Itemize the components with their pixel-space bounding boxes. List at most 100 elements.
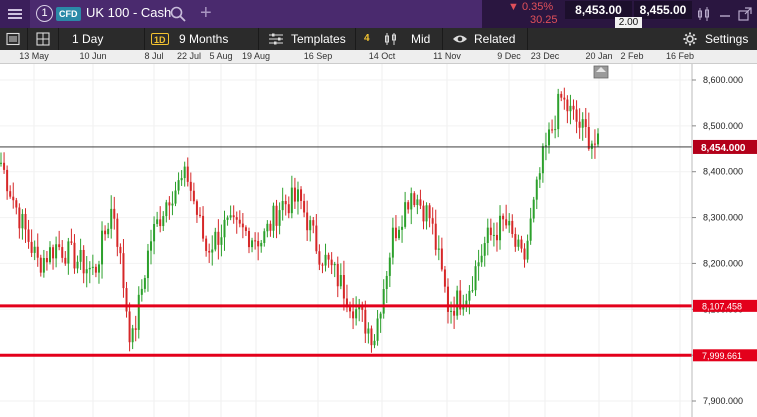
candle-body: [272, 205, 275, 231]
candle-body: [407, 202, 410, 210]
candle-body: [171, 203, 174, 206]
candle-body: [101, 230, 104, 265]
candle-body: [12, 196, 15, 201]
level-tag-label: 8,107.458: [702, 301, 742, 311]
spread-value: 2.00: [615, 17, 642, 28]
candle-body: [52, 247, 55, 259]
date-label: 13 May: [19, 51, 49, 61]
candle-body: [36, 246, 39, 258]
interval-selector[interactable]: 1 Day: [72, 28, 103, 50]
candle-body: [495, 234, 498, 241]
candle-body: [554, 129, 557, 131]
price-tick-label: 8,300.000: [703, 213, 743, 223]
templates-icon[interactable]: [268, 32, 284, 46]
candle-body: [489, 227, 492, 236]
date-label: 5 Aug: [209, 51, 233, 61]
candle-body: [238, 219, 241, 224]
candle-body: [349, 307, 352, 312]
candle-body: [453, 310, 456, 316]
candle-body: [186, 166, 189, 182]
candle-body: [428, 205, 431, 219]
candle-body: [48, 247, 51, 263]
title-bar: 1 CFD UK 100 - Cash + ▼ 0.35% 30.25 8,45…: [0, 0, 757, 28]
price-chart[interactable]: 8,600.000 8,500.000 8,400.000 8,300.000 8,20…: [0, 64, 757, 417]
candle-body: [538, 173, 541, 180]
candle-body: [85, 269, 88, 274]
candle-body: [569, 105, 572, 112]
candlestick-chart-icon[interactable]: [696, 6, 712, 22]
candle-body: [42, 258, 45, 273]
candle-body: [275, 205, 278, 226]
buy-price-button[interactable]: 8,455.00: [634, 1, 692, 19]
candle-body: [404, 202, 407, 227]
gear-icon[interactable]: [683, 32, 697, 46]
candle-body: [156, 219, 159, 224]
instrument-number: 1: [36, 5, 53, 22]
candle-body: [211, 249, 214, 253]
candle-body: [122, 253, 125, 289]
candle-body: [0, 162, 2, 164]
undock-icon[interactable]: [737, 6, 753, 22]
templates-button[interactable]: Templates: [291, 28, 346, 50]
settings-button[interactable]: Settings: [705, 28, 748, 50]
candle-body: [532, 199, 535, 219]
candle-body: [153, 223, 156, 242]
candle-body: [70, 241, 73, 243]
period-badge: 1D: [151, 33, 169, 45]
candle-body: [128, 311, 131, 343]
time-cursor: [593, 65, 609, 79]
candle-body: [61, 247, 64, 258]
candle-body: [134, 328, 137, 330]
candles-icon[interactable]: [384, 32, 398, 46]
candle-body: [97, 264, 100, 273]
sliders-icon[interactable]: [5, 31, 21, 47]
candle-body: [278, 210, 281, 226]
candle-body: [113, 208, 116, 219]
price-levels: [0, 146, 692, 357]
candle-body: [336, 263, 339, 287]
related-button[interactable]: Related: [474, 28, 515, 50]
candle-body: [284, 201, 287, 205]
candle-body: [370, 328, 373, 346]
search-icon[interactable]: [170, 5, 186, 23]
candle-body: [422, 205, 425, 222]
candle-body: [300, 189, 303, 201]
candle-body: [293, 187, 296, 202]
period-selector[interactable]: 9 Months: [179, 28, 228, 50]
candle-body: [505, 219, 508, 226]
candle-body: [551, 129, 554, 131]
minimize-icon[interactable]: [717, 6, 733, 22]
candle-body: [251, 240, 254, 248]
chart-toolbar: 1 Day 1D 9 Months Templates 4 Mid Relate…: [0, 28, 757, 50]
candle-body: [563, 97, 566, 100]
grid-layout-icon[interactable]: [35, 31, 51, 47]
date-label: 23 Dec: [530, 51, 560, 61]
candle-body: [82, 249, 85, 274]
candle-body: [312, 220, 315, 226]
candle-body: [324, 254, 327, 266]
plus-icon[interactable]: +: [200, 2, 212, 25]
eye-icon[interactable]: [452, 33, 468, 45]
date-label: 22 Jul: [176, 51, 202, 61]
candle-body: [385, 275, 388, 290]
candle-body: [410, 193, 413, 210]
candle-body: [192, 190, 195, 202]
candle-body: [388, 257, 391, 276]
candle-body: [499, 215, 502, 241]
candle-body: [364, 309, 367, 334]
candle-body: [529, 218, 532, 241]
product-type-badge: CFD: [56, 7, 81, 21]
candle-body: [226, 217, 229, 220]
candle-body: [290, 187, 293, 214]
date-label: 16 Sep: [303, 51, 333, 61]
date-label: 2 Feb: [620, 51, 644, 61]
candle-body: [514, 233, 517, 247]
instrument-name[interactable]: UK 100 - Cash: [86, 5, 171, 20]
candle-body: [306, 212, 309, 231]
price-type-selector[interactable]: Mid: [411, 28, 430, 50]
candle-body: [254, 240, 257, 242]
hamburger-icon[interactable]: [0, 0, 30, 28]
candle-body: [391, 227, 394, 258]
candle-body: [137, 294, 140, 330]
candle-body: [189, 181, 192, 191]
